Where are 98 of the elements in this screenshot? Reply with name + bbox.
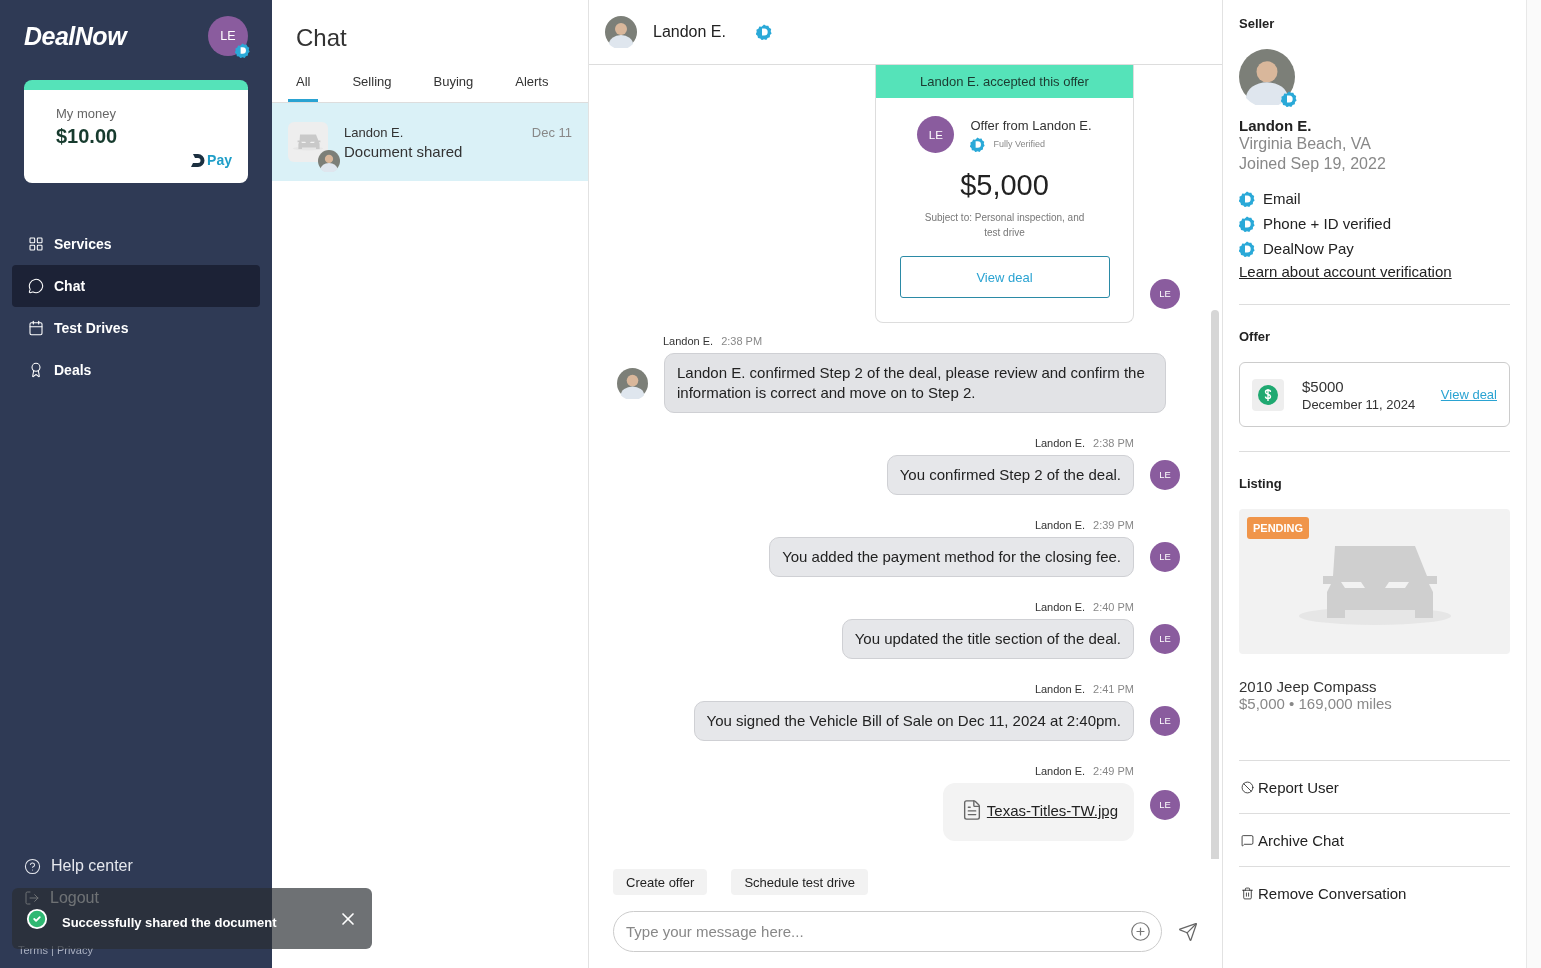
contact-name: Landon E. (653, 23, 726, 41)
calendar-icon (28, 320, 44, 336)
user-avatar: LE (917, 116, 955, 153)
nav-item[interactable]: Test Drives (12, 307, 260, 349)
filter-tab[interactable]: Alerts (507, 74, 557, 102)
pay-label: Pay (207, 152, 232, 168)
verified-badge-icon (1281, 91, 1297, 107)
app-logo: DealNow (24, 21, 127, 51)
conversation-date: Dec 11 (531, 124, 572, 140)
offer-banner: Landon E. accepted this offer (876, 65, 1133, 98)
filter-tab[interactable]: Selling (344, 74, 400, 102)
footer-links: Terms | Privacy (18, 944, 93, 956)
message-input[interactable]: Type your message here... (624, 922, 1130, 941)
user-avatar (318, 150, 340, 172)
message-time: 2:38 PM (1093, 437, 1134, 449)
user-avatar: LE (1150, 706, 1180, 736)
quick-action-button[interactable]: Create offer (613, 869, 708, 895)
status-badge: PENDING (1247, 517, 1310, 539)
car-drawing (292, 133, 324, 151)
message-bubble: You confirmed Step 2 of the deal. (886, 455, 1134, 495)
block-icon (1241, 780, 1254, 794)
message-bubble: You updated the title section of the deal. (841, 619, 1134, 659)
verification-item: Email (1263, 190, 1301, 207)
nav-item[interactable]: Chat (12, 265, 260, 307)
user-avatar: LE (1150, 542, 1180, 572)
section-heading: Offer (1239, 329, 1272, 344)
dollar-icon (1258, 384, 1278, 405)
verification-item: Phone + ID verified (1263, 215, 1391, 232)
message-time: 2:40 PM (1093, 601, 1134, 613)
quick-action-button[interactable]: Schedule test drive (731, 869, 868, 895)
grid-icon (28, 236, 44, 252)
add-icon[interactable] (1130, 921, 1151, 942)
sender-name: Landon E. (1034, 683, 1086, 695)
filter-tab[interactable]: Buying (425, 74, 482, 102)
verified-badge-icon (1239, 240, 1255, 257)
user-avatar: LE (1150, 790, 1180, 820)
user-avatar[interactable]: LE (208, 16, 248, 56)
nav-item[interactable]: Deals (12, 349, 260, 391)
wallet-amount: $10.00 (56, 125, 119, 148)
verified-badge-icon (235, 43, 250, 58)
panel-action[interactable]: Remove Conversation (1239, 866, 1510, 919)
offer-amount: $5000 (1302, 377, 1345, 395)
seller-location: Virginia Beach, VA (1239, 134, 1372, 154)
user-avatar: LE (1150, 279, 1180, 309)
user-avatar: LE (1150, 624, 1180, 654)
scrollbar[interactable] (1211, 310, 1219, 859)
offer-terms: Subject to: Personal inspection, and test drive (923, 211, 1086, 240)
user-avatar (1239, 49, 1295, 105)
verification-link[interactable]: Learn about account verification (1239, 263, 1510, 280)
verified-label: Fully Verified (993, 139, 1045, 149)
listing-title: 2010 Jeep Compass (1239, 678, 1378, 695)
user-avatar: LE (1150, 460, 1180, 490)
sender-name: Landon E. (663, 335, 714, 347)
help-icon (24, 857, 41, 875)
message-time: 2:38 PM (721, 335, 763, 347)
message-time: 2:39 PM (1093, 519, 1134, 531)
sender-name: Landon E. (1034, 765, 1086, 777)
panel-action[interactable]: Report User (1239, 760, 1510, 813)
user-avatar (617, 367, 648, 399)
nav-item[interactable]: Services (12, 223, 260, 265)
message-time: 2:41 PM (1093, 683, 1134, 695)
send-icon[interactable] (1178, 921, 1198, 942)
file-link[interactable]: Texas-Titles-TW.jpg (986, 801, 1118, 819)
message-icon (1241, 833, 1254, 847)
verified-badge-icon (1239, 215, 1255, 232)
offer-title: Offer from Landon E. (970, 117, 1092, 133)
message-bubble: Landon E. confirmed Step 2 of the deal, please review and confirm the information is correct and move on to Step 2. (664, 353, 1166, 413)
verified-badge-icon (755, 24, 772, 40)
message-bubble: You signed the Vehicle Bill of Sale on Dec 11, 2024 at 2:40pm. (693, 701, 1134, 741)
chat-icon (28, 278, 44, 294)
toast-message: Successfully shared the document (62, 915, 278, 930)
sender-name: Landon E. (1034, 437, 1086, 449)
logout-icon (24, 890, 40, 906)
verification-item: DealNow Pay (1263, 240, 1354, 257)
message-bubble: You added the payment method for the closing fee. (769, 537, 1134, 577)
user-avatar (605, 16, 637, 48)
sender-name: Landon E. (1034, 601, 1086, 613)
verified-badge-icon (1239, 190, 1255, 207)
help-center-link[interactable]: Help center (0, 850, 272, 882)
contact-name: Landon E. (344, 124, 404, 140)
wallet-label: My money (56, 106, 117, 121)
join-date: Joined Sep 19, 2022 (1239, 154, 1387, 174)
sender-name: Landon E. (1034, 519, 1086, 531)
verified-badge-icon (970, 136, 986, 152)
offer-date: December 11, 2024 (1302, 396, 1417, 412)
offer-amount: $5,000 (960, 169, 1049, 202)
award-icon (28, 362, 44, 378)
page-title: Chat (295, 23, 348, 52)
section-heading: Listing (1239, 476, 1283, 491)
conversation-item[interactable]: Landon E. Dec 11 Document shared (272, 103, 588, 181)
seller-name: Landon E. (1239, 117, 1313, 134)
trash-icon (1241, 886, 1254, 900)
pay-logo-icon (191, 152, 206, 168)
panel-action[interactable]: Archive Chat (1239, 813, 1510, 866)
listing-details: $5,000 • 169,000 miles (1239, 695, 1393, 712)
message-time: 2:49 PM (1093, 765, 1134, 777)
section-heading: Seller (1239, 16, 1276, 31)
conversation-preview: Document shared (344, 142, 464, 160)
